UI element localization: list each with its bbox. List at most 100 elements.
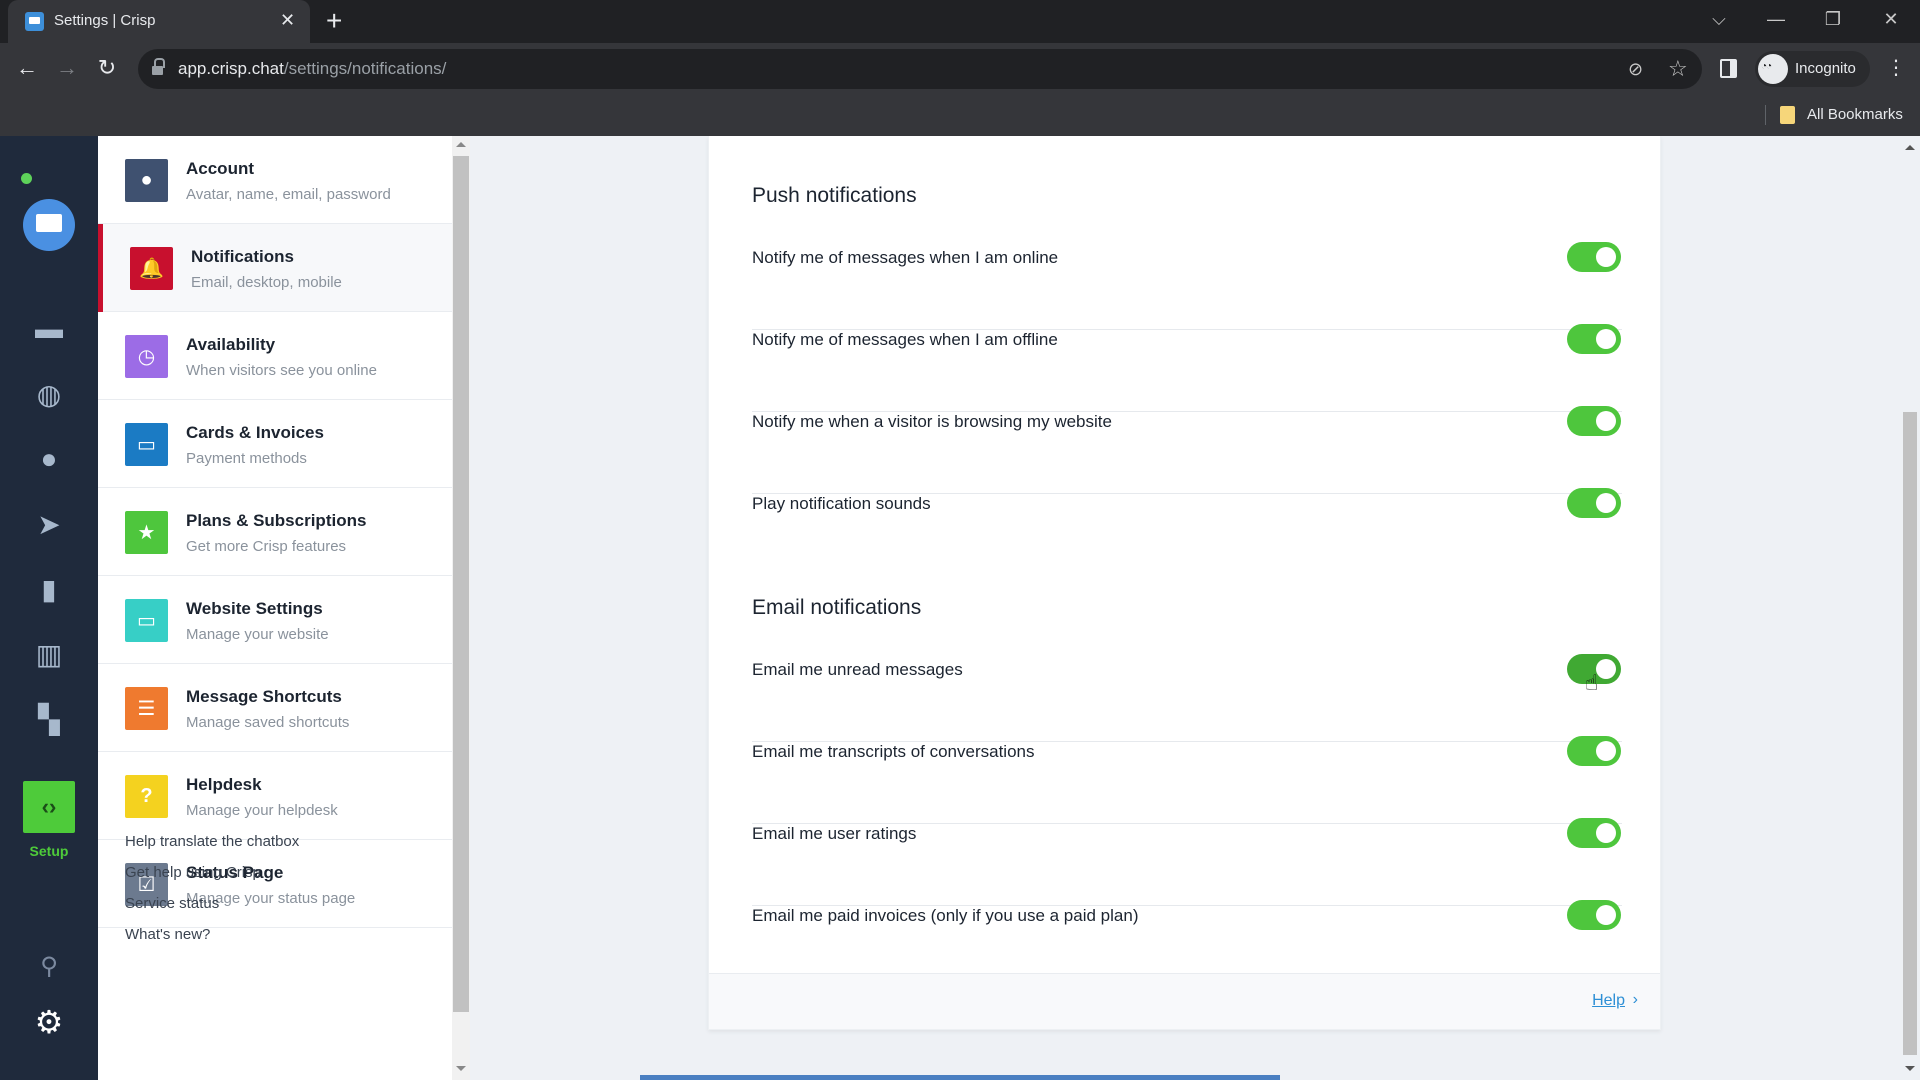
toggle-switch[interactable] bbox=[1567, 324, 1621, 354]
globe-icon[interactable]: ◍ bbox=[29, 374, 69, 414]
option-label: Email me paid invoices (only if you use … bbox=[752, 906, 1139, 925]
settings-item-plans-subscriptions[interactable]: ★ Plans & Subscriptions Get more Crisp fea… bbox=[98, 488, 452, 576]
window-close-button[interactable]: ✕ bbox=[1876, 6, 1906, 32]
scroll-up-arrow-icon[interactable] bbox=[456, 142, 466, 147]
settings-item-title: Website Settings bbox=[186, 599, 323, 618]
notification-option-row: Notify me of messages when I am offline bbox=[752, 324, 1622, 412]
scrollbar-thumb[interactable] bbox=[1903, 412, 1917, 1055]
option-label: Email me user ratings bbox=[752, 824, 917, 843]
browser-tab-bar: Settings | Crisp ✕ + ⌵ — ❐ ✕ bbox=[0, 0, 1920, 43]
forward-button[interactable]: → bbox=[52, 55, 82, 81]
search-icon[interactable]: ⚲ bbox=[29, 946, 69, 986]
setup-button[interactable]: ‹› bbox=[23, 781, 75, 833]
helpdesk-icon: ? bbox=[125, 775, 168, 818]
footer-link[interactable]: What's new? bbox=[125, 926, 210, 943]
settings-item-title: Cards & Invoices bbox=[186, 423, 324, 442]
settings-item-availability[interactable]: ◷ Availability When visitors see you onlin… bbox=[98, 312, 452, 400]
section-title: Push notifications bbox=[752, 184, 917, 207]
gear-icon[interactable]: ⚙ bbox=[29, 1002, 69, 1042]
browser-tab[interactable]: Settings | Crisp ✕ bbox=[8, 0, 310, 43]
code-icon: ‹› bbox=[41, 794, 57, 819]
app-nav-rail: ▬ ◍ ● ➤ ▮ ▥ ▚ ‹› Setup ⚲ ⚙ bbox=[0, 136, 98, 1080]
url-host: app.crisp.chat bbox=[178, 59, 284, 78]
section-title: Email notifications bbox=[752, 596, 922, 619]
bookmark-star-icon[interactable]: ☆ bbox=[1668, 56, 1688, 82]
setup-label: Setup bbox=[29, 843, 69, 859]
url-text: app.crisp.chat/settings/notifications/ bbox=[178, 59, 446, 79]
url-input[interactable]: app.crisp.chat/settings/notifications/ ⊘… bbox=[138, 49, 1702, 89]
restore-button[interactable]: ❐ bbox=[1818, 6, 1848, 32]
user-icon: ● bbox=[125, 159, 168, 202]
toggle-switch[interactable] bbox=[1567, 818, 1621, 848]
url-path: /settings/notifications/ bbox=[283, 59, 447, 78]
card-icon: ▭ bbox=[125, 423, 168, 466]
notification-option-row: Play notification sounds bbox=[752, 488, 1622, 576]
footer-link[interactable]: Help translate the chatbox bbox=[125, 833, 299, 850]
notification-option-row: Notify me when a visitor is browsing my … bbox=[752, 406, 1622, 494]
settings-item-subtitle: Manage saved shortcuts bbox=[186, 714, 350, 731]
toggle-switch[interactable] bbox=[1567, 488, 1621, 518]
tab-search-icon[interactable]: ⌵ bbox=[1704, 6, 1734, 32]
scrollbar-thumb[interactable] bbox=[453, 156, 469, 1012]
settings-item-website-settings[interactable]: ▭ Website Settings Manage your website bbox=[98, 576, 452, 664]
settings-item-title: Notifications bbox=[191, 247, 294, 266]
side-panel-icon[interactable] bbox=[1720, 59, 1737, 78]
all-bookmarks-button[interactable]: All Bookmarks bbox=[1807, 106, 1903, 123]
chevron-right-icon: › bbox=[1632, 991, 1638, 1008]
reload-button[interactable]: ↻ bbox=[92, 55, 122, 81]
scroll-down-arrow-icon[interactable] bbox=[456, 1066, 466, 1071]
crisp-logo-avatar[interactable] bbox=[23, 199, 75, 251]
settings-item-status-page[interactable]: ☑ Status Page Manage your status page bbox=[98, 840, 452, 928]
settings-item-cards-invoices[interactable]: ▭ Cards & Invoices Payment methods bbox=[98, 400, 452, 488]
settings-item-helpdesk[interactable]: ? Helpdesk Manage your helpdesk bbox=[98, 752, 452, 840]
settings-item-subtitle: Manage your website bbox=[186, 626, 329, 643]
book-icon[interactable]: ▮ bbox=[29, 569, 69, 609]
toggle-switch[interactable] bbox=[1567, 406, 1621, 436]
scroll-up-arrow-icon[interactable] bbox=[1905, 145, 1915, 150]
settings-item-message-shortcuts[interactable]: ☰ Message Shortcuts Manage saved shortcuts bbox=[98, 664, 452, 752]
help-link[interactable]: Help bbox=[1592, 992, 1625, 1010]
settings-item-title: Helpdesk bbox=[186, 775, 262, 794]
settings-menu-scrollbar[interactable] bbox=[452, 136, 470, 1080]
browser-menu-icon[interactable]: ⋮ bbox=[1886, 53, 1906, 83]
settings-item-notifications[interactable]: 🔔 Notifications Email, desktop, mobile bbox=[98, 224, 452, 312]
shortcut-icon: ☰ bbox=[125, 687, 168, 730]
settings-item-account[interactable]: ● Account Avatar, name, email, password bbox=[98, 136, 452, 224]
toggle-switch[interactable] bbox=[1567, 242, 1621, 272]
bookmarks-bar: All Bookmarks bbox=[0, 95, 1920, 136]
toggle-switch[interactable] bbox=[1567, 654, 1621, 684]
star-icon: ★ bbox=[125, 511, 168, 554]
scroll-down-arrow-icon[interactable] bbox=[1905, 1066, 1915, 1071]
notification-option-row: Email me user ratings bbox=[752, 818, 1622, 906]
tracking-blocked-eye-off-icon[interactable]: ⊘ bbox=[1628, 59, 1643, 80]
incognito-profile-button[interactable]: Incognito bbox=[1755, 51, 1870, 87]
toggle-switch[interactable] bbox=[1567, 900, 1621, 930]
footer-link[interactable]: Service status bbox=[125, 895, 219, 912]
online-status-dot bbox=[21, 173, 32, 184]
settings-item-subtitle: Email, desktop, mobile bbox=[191, 274, 342, 291]
settings-item-subtitle: Get more Crisp features bbox=[186, 538, 347, 555]
option-label: Notify me when a visitor is browsing my … bbox=[752, 412, 1112, 431]
notification-option-row: Email me transcripts of conversations bbox=[752, 736, 1622, 824]
settings-item-title: Account bbox=[186, 159, 254, 178]
minimize-button[interactable]: — bbox=[1761, 6, 1791, 32]
back-button[interactable]: ← bbox=[12, 55, 42, 81]
settings-menu: ● Account Avatar, name, email, password 🔔 No… bbox=[98, 136, 452, 1080]
tab-close-icon[interactable]: ✕ bbox=[280, 9, 295, 31]
analytics-icon[interactable]: ▥ bbox=[29, 634, 69, 674]
send-icon[interactable]: ➤ bbox=[29, 504, 69, 544]
lock-icon[interactable] bbox=[152, 58, 165, 76]
main-scrollbar[interactable] bbox=[1900, 136, 1920, 1080]
plugins-icon[interactable]: ▚ bbox=[29, 699, 69, 739]
laptop-icon: ▭ bbox=[125, 599, 168, 642]
option-label: Email me unread messages bbox=[752, 660, 963, 679]
tab-title: Settings | Crisp bbox=[54, 12, 156, 29]
chat-icon[interactable]: ▬ bbox=[29, 309, 69, 349]
notifications-card: Push notifications Notify me of messages … bbox=[708, 136, 1661, 1030]
toggle-switch[interactable] bbox=[1567, 736, 1621, 766]
footer-link[interactable]: Get help using Crisp bbox=[125, 864, 261, 881]
user-icon[interactable]: ● bbox=[29, 439, 69, 479]
option-label: Notify me of messages when I am offline bbox=[752, 330, 1058, 349]
new-tab-button[interactable]: + bbox=[326, 5, 342, 37]
settings-item-subtitle: Manage your helpdesk bbox=[186, 802, 338, 819]
